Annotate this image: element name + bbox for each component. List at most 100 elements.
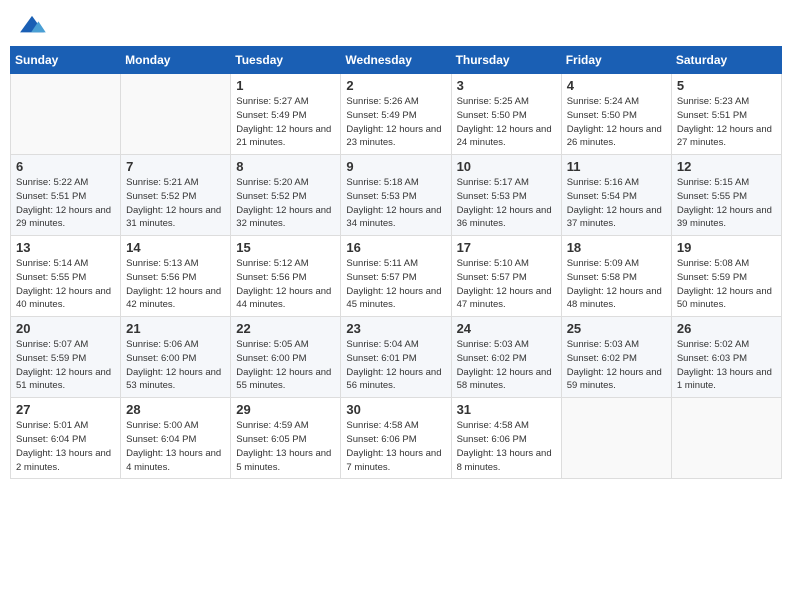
day-number: 28	[126, 402, 225, 417]
calendar-cell: 4Sunrise: 5:24 AMSunset: 5:50 PMDaylight…	[561, 74, 671, 155]
calendar-cell: 11Sunrise: 5:16 AMSunset: 5:54 PMDayligh…	[561, 155, 671, 236]
day-number: 26	[677, 321, 776, 336]
calendar-cell: 6 Sunrise: 5:22 AMSunset: 5:51 PMDaylight…	[11, 155, 121, 236]
day-info: Sunrise: 5:26 AMSunset: 5:49 PMDaylight:…	[346, 95, 445, 150]
day-number: 21	[126, 321, 225, 336]
calendar-cell: 21 Sunrise: 5:06 AMSunset: 6:00 PMDayligh…	[121, 317, 231, 398]
day-number: 9	[346, 159, 445, 174]
calendar-cell: 22Sunrise: 5:05 AMSunset: 6:00 PMDayligh…	[231, 317, 341, 398]
day-info: Sunrise: 5:13 AMSunset: 5:56 PMDaylight:…	[126, 257, 225, 312]
day-number: 16	[346, 240, 445, 255]
day-number: 12	[677, 159, 776, 174]
logo	[18, 14, 50, 36]
day-info: Sunrise: 5:17 AMSunset: 5:53 PMDaylight:…	[457, 176, 556, 231]
day-info: Sunrise: 5:08 AMSunset: 5:59 PMDaylight:…	[677, 257, 776, 312]
calendar-cell: 12 Sunrise: 5:15 AMSunset: 5:55 PMDayligh…	[671, 155, 781, 236]
generalblue-logo-icon	[18, 14, 46, 36]
day-info: Sunrise: 5:00 AMSunset: 6:04 PMDaylight:…	[126, 419, 225, 474]
calendar-cell: 26 Sunrise: 5:02 AMSunset: 6:03 PMDayligh…	[671, 317, 781, 398]
day-number: 27	[16, 402, 115, 417]
day-info: Sunrise: 5:11 AMSunset: 5:57 PMDaylight:…	[346, 257, 445, 312]
day-number: 23	[346, 321, 445, 336]
calendar-cell: 3Sunrise: 5:25 AMSunset: 5:50 PMDaylight…	[451, 74, 561, 155]
day-number: 25	[567, 321, 666, 336]
calendar-cell: 10 Sunrise: 5:17 AMSunset: 5:53 PMDayligh…	[451, 155, 561, 236]
day-number: 2	[346, 78, 445, 93]
day-number: 30	[346, 402, 445, 417]
day-number: 7	[126, 159, 225, 174]
day-info: Sunrise: 5:07 AMSunset: 5:59 PMDaylight:…	[16, 338, 115, 393]
day-info: Sunrise: 5:14 AMSunset: 5:55 PMDaylight:…	[16, 257, 115, 312]
day-info: Sunrise: 5:06 AMSunset: 6:00 PMDaylight:…	[126, 338, 225, 393]
day-info: Sunrise: 5:02 AMSunset: 6:03 PMDaylight:…	[677, 338, 776, 393]
weekday-header-monday: Monday	[121, 47, 231, 74]
day-number: 24	[457, 321, 556, 336]
calendar-cell: 7 Sunrise: 5:21 AMSunset: 5:52 PMDaylight…	[121, 155, 231, 236]
calendar-cell: 27Sunrise: 5:01 AMSunset: 6:04 PMDayligh…	[11, 398, 121, 479]
day-info: Sunrise: 4:58 AMSunset: 6:06 PMDaylight:…	[457, 419, 556, 474]
page-header	[10, 10, 782, 40]
day-info: Sunrise: 4:58 AMSunset: 6:06 PMDaylight:…	[346, 419, 445, 474]
day-number: 6	[16, 159, 115, 174]
day-info: Sunrise: 5:18 AMSunset: 5:53 PMDaylight:…	[346, 176, 445, 231]
calendar-week-1: 1 Sunrise: 5:27 AMSunset: 5:49 PMDaylight…	[11, 74, 782, 155]
calendar-cell: 15 Sunrise: 5:12 AMSunset: 5:56 PMDayligh…	[231, 236, 341, 317]
day-number: 13	[16, 240, 115, 255]
day-number: 5	[677, 78, 776, 93]
day-info: Sunrise: 5:21 AMSunset: 5:52 PMDaylight:…	[126, 176, 225, 231]
calendar-cell: 19 Sunrise: 5:08 AMSunset: 5:59 PMDayligh…	[671, 236, 781, 317]
calendar-cell: 23 Sunrise: 5:04 AMSunset: 6:01 PMDayligh…	[341, 317, 451, 398]
calendar-cell: 18 Sunrise: 5:09 AMSunset: 5:58 PMDayligh…	[561, 236, 671, 317]
day-info: Sunrise: 5:27 AMSunset: 5:49 PMDaylight:…	[236, 95, 335, 150]
day-number: 15	[236, 240, 335, 255]
weekday-header-thursday: Thursday	[451, 47, 561, 74]
day-number: 4	[567, 78, 666, 93]
calendar-cell: 14 Sunrise: 5:13 AMSunset: 5:56 PMDayligh…	[121, 236, 231, 317]
calendar-cell: 20 Sunrise: 5:07 AMSunset: 5:59 PMDayligh…	[11, 317, 121, 398]
weekday-header-wednesday: Wednesday	[341, 47, 451, 74]
calendar-cell: 1 Sunrise: 5:27 AMSunset: 5:49 PMDaylight…	[231, 74, 341, 155]
weekday-header-saturday: Saturday	[671, 47, 781, 74]
weekday-header-friday: Friday	[561, 47, 671, 74]
day-number: 31	[457, 402, 556, 417]
calendar-table: SundayMondayTuesdayWednesdayThursdayFrid…	[10, 46, 782, 479]
calendar-cell: 31 Sunrise: 4:58 AMSunset: 6:06 PMDayligh…	[451, 398, 561, 479]
day-info: Sunrise: 5:04 AMSunset: 6:01 PMDaylight:…	[346, 338, 445, 393]
calendar-cell: 2 Sunrise: 5:26 AMSunset: 5:49 PMDaylight…	[341, 74, 451, 155]
weekday-header-sunday: Sunday	[11, 47, 121, 74]
calendar-cell: 24 Sunrise: 5:03 AMSunset: 6:02 PMDayligh…	[451, 317, 561, 398]
day-number: 18	[567, 240, 666, 255]
weekday-header-tuesday: Tuesday	[231, 47, 341, 74]
day-info: Sunrise: 5:03 AMSunset: 6:02 PMDaylight:…	[567, 338, 666, 393]
day-info: Sunrise: 5:12 AMSunset: 5:56 PMDaylight:…	[236, 257, 335, 312]
calendar-cell: 28 Sunrise: 5:00 AMSunset: 6:04 PMDayligh…	[121, 398, 231, 479]
calendar-week-4: 20 Sunrise: 5:07 AMSunset: 5:59 PMDayligh…	[11, 317, 782, 398]
day-info: Sunrise: 5:09 AMSunset: 5:58 PMDaylight:…	[567, 257, 666, 312]
day-info: Sunrise: 5:22 AMSunset: 5:51 PMDaylight:…	[16, 176, 115, 231]
day-info: Sunrise: 5:03 AMSunset: 6:02 PMDaylight:…	[457, 338, 556, 393]
day-info: Sunrise: 5:23 AMSunset: 5:51 PMDaylight:…	[677, 95, 776, 150]
calendar-cell: 9 Sunrise: 5:18 AMSunset: 5:53 PMDaylight…	[341, 155, 451, 236]
day-info: Sunrise: 5:15 AMSunset: 5:55 PMDaylight:…	[677, 176, 776, 231]
weekday-header-row: SundayMondayTuesdayWednesdayThursdayFrid…	[11, 47, 782, 74]
day-number: 20	[16, 321, 115, 336]
calendar-cell: 13 Sunrise: 5:14 AMSunset: 5:55 PMDayligh…	[11, 236, 121, 317]
day-info: Sunrise: 5:25 AMSunset: 5:50 PMDaylight:…	[457, 95, 556, 150]
calendar-cell	[11, 74, 121, 155]
calendar-week-3: 13 Sunrise: 5:14 AMSunset: 5:55 PMDayligh…	[11, 236, 782, 317]
calendar-week-2: 6 Sunrise: 5:22 AMSunset: 5:51 PMDaylight…	[11, 155, 782, 236]
day-info: Sunrise: 5:10 AMSunset: 5:57 PMDaylight:…	[457, 257, 556, 312]
day-number: 19	[677, 240, 776, 255]
day-number: 1	[236, 78, 335, 93]
day-number: 14	[126, 240, 225, 255]
day-number: 17	[457, 240, 556, 255]
day-info: Sunrise: 4:59 AMSunset: 6:05 PMDaylight:…	[236, 419, 335, 474]
day-number: 22	[236, 321, 335, 336]
day-info: Sunrise: 5:20 AMSunset: 5:52 PMDaylight:…	[236, 176, 335, 231]
day-number: 10	[457, 159, 556, 174]
calendar-cell: 30 Sunrise: 4:58 AMSunset: 6:06 PMDayligh…	[341, 398, 451, 479]
calendar-cell: 8Sunrise: 5:20 AMSunset: 5:52 PMDaylight…	[231, 155, 341, 236]
calendar-cell	[671, 398, 781, 479]
calendar-cell: 17 Sunrise: 5:10 AMSunset: 5:57 PMDayligh…	[451, 236, 561, 317]
calendar-cell	[561, 398, 671, 479]
